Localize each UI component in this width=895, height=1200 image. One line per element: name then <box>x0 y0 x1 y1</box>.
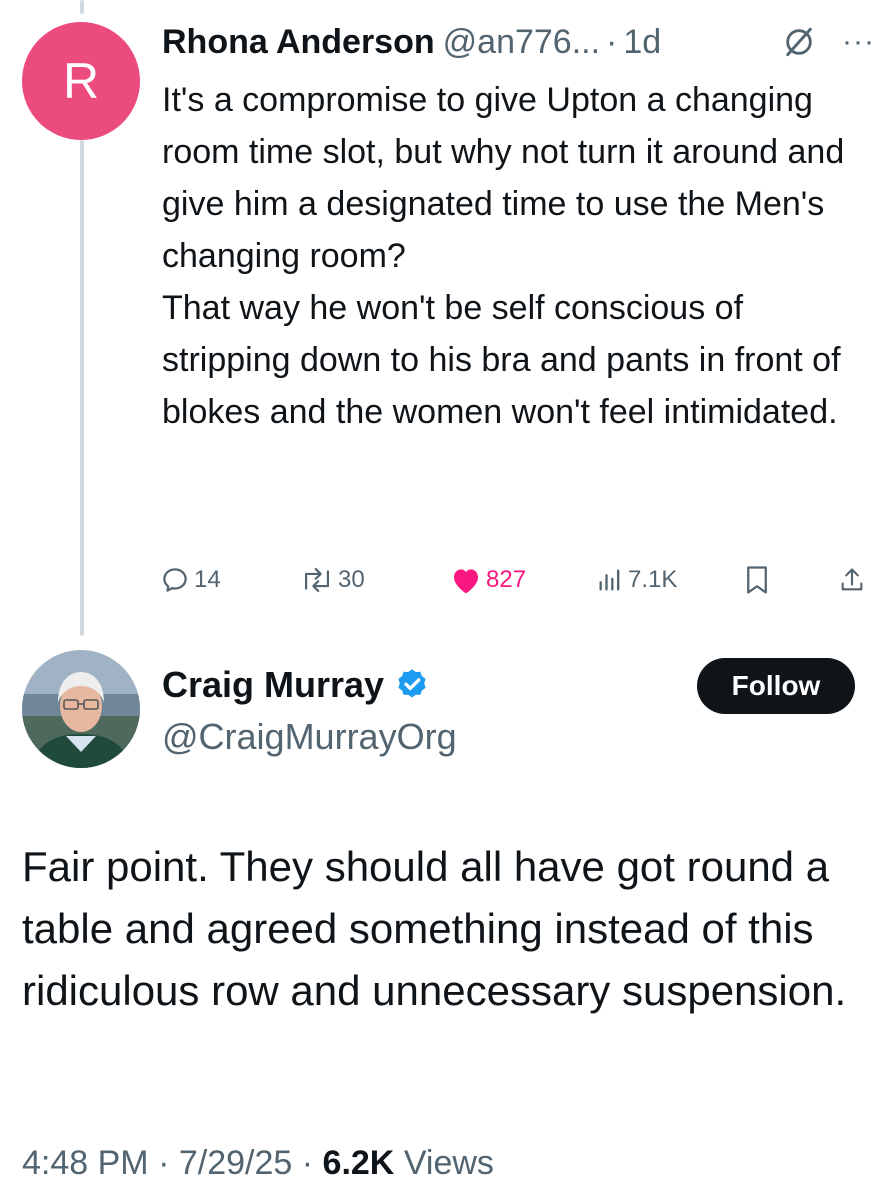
like-action[interactable]: 827 <box>450 565 526 595</box>
share-action[interactable] <box>838 565 870 595</box>
views-action[interactable]: 7.1K <box>596 566 677 594</box>
likes-count: 827 <box>486 566 527 593</box>
header-separator: · <box>606 22 618 61</box>
author-avatar[interactable] <box>22 650 140 768</box>
reply-header: Rhona Anderson @an776... · 1d ··· <box>162 20 875 64</box>
repost-action[interactable]: 30 <box>300 565 365 595</box>
reply-avatar[interactable]: R <box>22 22 140 140</box>
share-icon <box>841 568 863 591</box>
reply-text: It's a compromise to give Upton a changi… <box>162 74 862 438</box>
reply-action-bar: 14 30 827 7.1K <box>160 560 870 600</box>
views-count: 7.1K <box>628 566 678 593</box>
avatar-initial: R <box>62 53 100 109</box>
grok-icon[interactable] <box>782 25 816 59</box>
like-icon <box>454 569 478 594</box>
more-icon[interactable]: ··· <box>842 27 875 57</box>
reply-paragraph: It's a compromise to give Upton a changi… <box>162 81 845 275</box>
reply-action[interactable]: 14 <box>160 565 221 595</box>
tweet-time[interactable]: 4:48 PM <box>22 1144 149 1182</box>
author-handle[interactable]: @CraigMurrayOrg <box>162 716 457 758</box>
replies-count: 14 <box>194 566 221 593</box>
tweet-text: Fair point. They should all have got rou… <box>22 843 847 1014</box>
meta-separator: · <box>301 1144 314 1182</box>
author-name[interactable]: Craig Murray <box>162 664 384 706</box>
avatar-photo <box>22 650 140 768</box>
follow-button[interactable]: Follow <box>697 658 855 714</box>
views-icon <box>599 569 620 591</box>
thread-connector-top <box>80 0 84 14</box>
reply-author-handle[interactable]: @an776... <box>443 23 600 62</box>
verified-badge-icon <box>398 669 426 698</box>
reply-author-name[interactable]: Rhona Anderson <box>162 23 435 62</box>
repost-icon <box>304 567 330 593</box>
author-name-row[interactable]: Craig Murray <box>162 664 430 706</box>
tweet-views-label: Views <box>403 1144 494 1182</box>
thread-connector <box>80 140 84 636</box>
meta-separator: · <box>158 1144 170 1182</box>
bookmark-icon <box>747 566 767 594</box>
reply-timestamp[interactable]: 1d <box>623 23 661 62</box>
reposts-count: 30 <box>338 566 365 593</box>
tweet-date[interactable]: 7/29/25 <box>179 1144 292 1182</box>
bookmark-action[interactable] <box>744 565 774 595</box>
tweet-views-count[interactable]: 6.2K <box>323 1144 395 1182</box>
tweet-meta: 4:48 PM · 7/29/25 · 6.2K Views <box>22 1144 494 1183</box>
reply-icon <box>163 568 187 592</box>
reply-paragraph: That way he won't be self conscious of s… <box>162 289 841 431</box>
